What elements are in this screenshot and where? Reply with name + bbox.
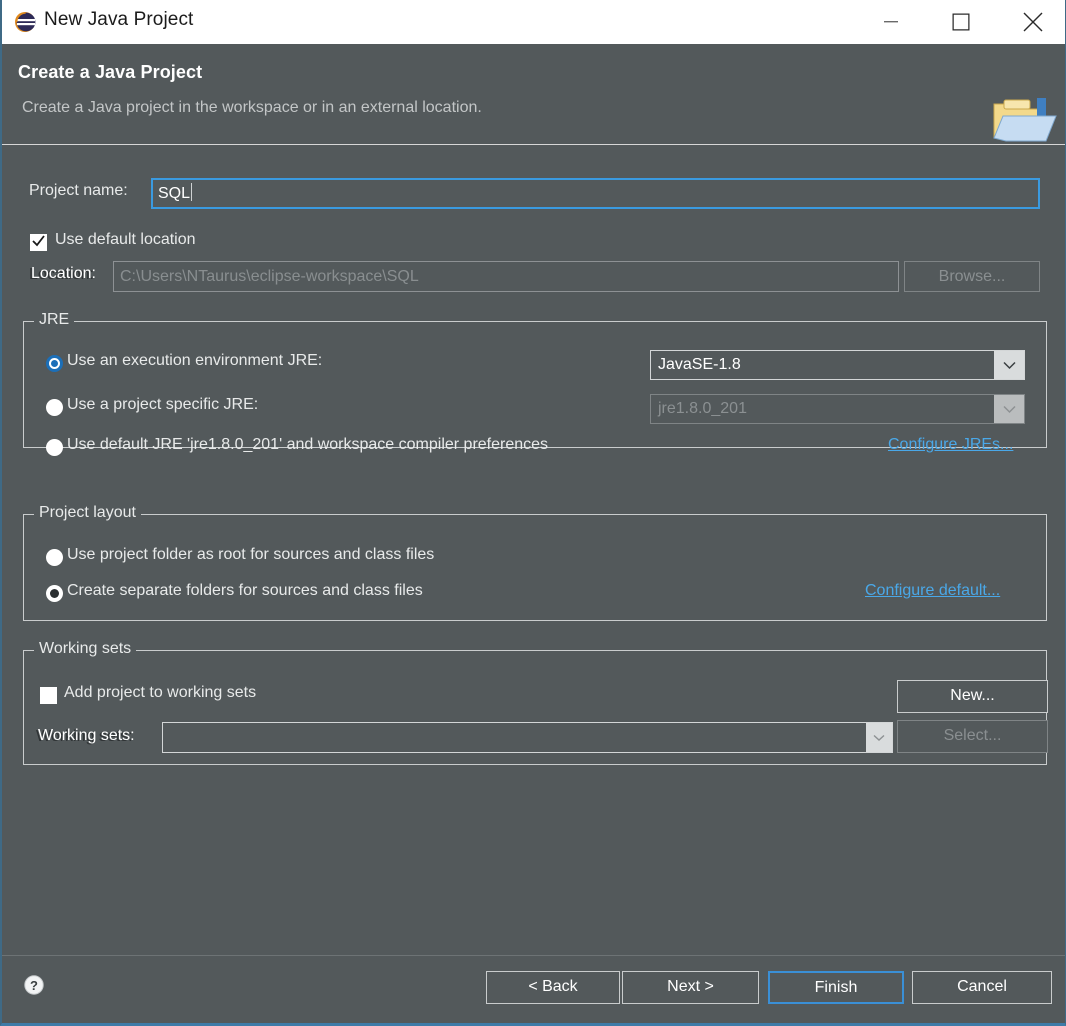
project-specific-jre-combo: jre1.8.0_201 [650, 394, 1025, 424]
next-button[interactable]: Next > [622, 971, 759, 1004]
new-java-project-folder-icon [990, 96, 1064, 148]
page-title: Create a Java Project [18, 62, 203, 82]
radio-use-execution-environment-label: Use an execution environment JRE: [67, 352, 323, 369]
execution-environment-combo[interactable]: JavaSE-1.8 [650, 350, 1025, 380]
radio-use-execution-environment[interactable] [46, 355, 63, 372]
back-button[interactable]: < Back [486, 971, 620, 1004]
browse-button: Browse... [904, 261, 1040, 292]
working-sets-group-label: Working sets [34, 640, 137, 658]
radio-project-folder-as-root-label: Use project folder as root for sources a… [67, 546, 435, 563]
window-title: New Java Project [44, 9, 194, 30]
new-working-set-button[interactable]: New... [897, 680, 1048, 713]
close-button[interactable] [1010, 0, 1056, 43]
select-working-set-button: Select... [897, 720, 1048, 753]
radio-project-folder-as-root[interactable] [46, 549, 63, 566]
chevron-down-icon [994, 395, 1024, 423]
radio-use-project-specific-jre[interactable] [46, 399, 63, 416]
finish-button[interactable]: Finish [768, 971, 904, 1004]
project-name-input[interactable]: SQL [151, 178, 1040, 209]
chevron-down-icon[interactable] [866, 723, 892, 752]
dialog-header: Create a Java Project Create a Java proj… [2, 44, 1065, 148]
use-default-location-checkbox[interactable] [30, 234, 47, 251]
jre-group: JRE Use an execution environment JRE: Ja… [23, 311, 1047, 456]
project-name-label: Project name: [29, 182, 128, 199]
project-specific-jre-value: jre1.8.0_201 [658, 400, 747, 417]
working-sets-group: Working sets Add project to working sets… [23, 640, 1048, 765]
project-name-value: SQL [158, 185, 191, 202]
maximize-button[interactable] [938, 0, 984, 43]
execution-environment-value: JavaSE-1.8 [658, 356, 741, 373]
configure-default-link[interactable]: Configure default... [865, 582, 1000, 600]
radio-use-default-jre[interactable] [46, 439, 63, 456]
working-sets-combo[interactable] [162, 722, 893, 753]
radio-use-project-specific-jre-label: Use a project specific JRE: [67, 396, 259, 413]
close-icon [1023, 12, 1043, 31]
minimize-icon [884, 20, 898, 22]
text-caret [191, 183, 193, 201]
title-bar: New Java Project [2, 0, 1065, 45]
dialog-body: Project name: SQL Use default location L… [2, 145, 1065, 955]
add-project-to-working-sets-checkbox[interactable] [40, 687, 57, 704]
eclipse-logo-icon [14, 11, 36, 33]
new-java-project-dialog: New Java Project Create a Java Project C… [0, 0, 1066, 1026]
use-default-location-label: Use default location [55, 231, 196, 248]
cancel-button[interactable]: Cancel [912, 971, 1052, 1004]
working-sets-label: Working sets: Working sets: [36, 727, 135, 745]
radio-create-separate-folders[interactable] [46, 585, 63, 602]
page-description: Create a Java project in the workspace o… [22, 99, 482, 116]
radio-use-default-jre-label: Use default JRE 'jre1.8.0_201' and works… [67, 436, 549, 453]
location-input: C:\Users\NTaurus\eclipse-workspace\SQL [113, 261, 899, 292]
add-project-to-working-sets-label: Add project to working sets [64, 684, 257, 701]
help-icon[interactable]: ? [24, 975, 44, 995]
checkmark-icon [32, 235, 45, 247]
configure-jres-link[interactable]: Configure JREs... [888, 436, 1013, 454]
svg-text:?: ? [30, 978, 38, 993]
jre-group-label: JRE [34, 311, 75, 329]
radio-create-separate-folders-label: Create separate folders for sources and … [67, 582, 423, 599]
project-layout-group: Project layout Use project folder as roo… [23, 504, 1047, 621]
location-label: Location: Location: [29, 265, 96, 283]
project-layout-group-label: Project layout [34, 504, 141, 522]
location-value: C:\Users\NTaurus\eclipse-workspace\SQL [120, 268, 419, 285]
chevron-down-icon[interactable] [994, 351, 1024, 379]
minimize-button[interactable] [868, 0, 914, 43]
maximize-icon [952, 13, 970, 30]
